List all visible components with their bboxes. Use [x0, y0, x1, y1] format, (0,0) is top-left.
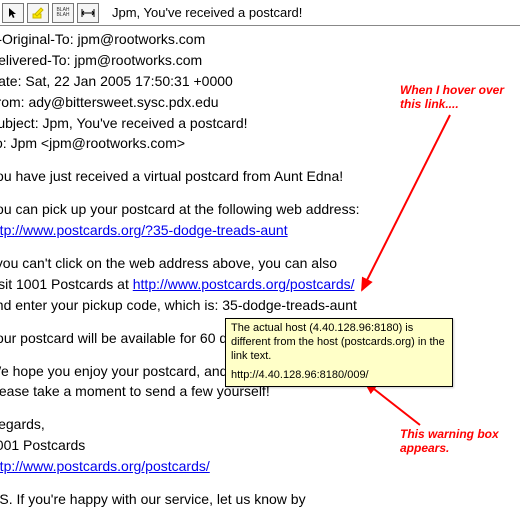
annotation-arrows: [0, 0, 520, 500]
tooltip-text-2: http://4.40.128.96:8180/009/: [231, 369, 447, 383]
annotation-warning: This warning box appears.: [400, 427, 510, 456]
tooltip-text-1: The actual host (4.40.128.96:8180) is di…: [231, 322, 447, 363]
annotation-hover: When I hover over this link....: [400, 83, 510, 112]
link-warning-tooltip: The actual host (4.40.128.96:8180) is di…: [225, 318, 453, 387]
